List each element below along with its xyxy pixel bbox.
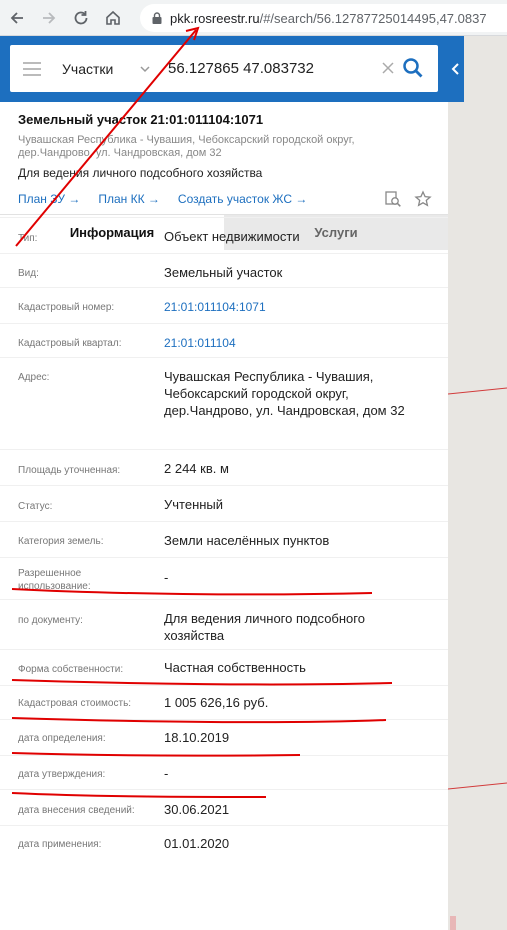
back-button[interactable] [2, 3, 32, 33]
back-arrow-icon [10, 11, 23, 24]
attribute-label: Кадастровый номер: [18, 302, 115, 313]
attribute-value: Земли населённых пунктов [164, 533, 330, 548]
attribute-row: Тип: Объект недвижимости [0, 217, 448, 253]
attribute-value: 01.01.2020 [164, 836, 230, 851]
attribute-value: 30.06.2021 [164, 802, 230, 817]
browser-toolbar: pkk.rosreestr.ru/#/search/56.12787725014… [0, 0, 507, 36]
attribute-label: Вид: [18, 268, 39, 279]
plan-kk-link[interactable]: План КК → [98, 192, 160, 206]
attribute-label: Площадь уточненная: [18, 465, 121, 476]
url-text: pkk.rosreestr.ru/#/search/56.12787725014… [170, 11, 487, 26]
search-icon[interactable] [402, 57, 424, 79]
attribute-row: дата определения: 18.10.2019 [0, 719, 448, 755]
find-on-map-icon[interactable] [384, 190, 402, 208]
home-button[interactable] [98, 3, 128, 33]
search-box: Участки [10, 45, 438, 92]
parcel-purpose: Для ведения личного подсобного хозяйства [18, 166, 263, 180]
parcel-title: Земельный участок 21:01:011104:1071 [18, 112, 264, 127]
attribute-label: дата применения: [18, 839, 102, 850]
layer-select[interactable]: Участки [54, 45, 164, 92]
attribute-row: Разрешенное использование: - [0, 557, 448, 599]
attribute-label: Тип: [18, 233, 38, 244]
attribute-row: Кадастровый квартал: 21:01:011104 [0, 323, 448, 357]
parcel-summary: Земельный участок 21:01:011104:1071 Чува… [0, 102, 448, 214]
star-icon[interactable] [414, 190, 432, 208]
parcel-address: Чувашская Республика - Чувашия, Чебоксар… [18, 134, 355, 159]
attribute-label: дата определения: [18, 733, 106, 744]
clear-search-icon[interactable] [380, 60, 396, 76]
attribute-row: Адрес: Чувашская Республика - Чувашия, Ч… [0, 357, 448, 449]
attribute-row: Площадь уточненная: 2 244 кв. м [0, 449, 448, 485]
url-path: /#/search/56.12787725014495,47.0837 [259, 10, 487, 26]
lock-icon [152, 12, 162, 24]
attribute-row: Кадастровая стоимость: 1 005 626,16 руб. [0, 685, 448, 719]
parcel-tools [384, 190, 432, 208]
attribute-row: по документу: Для ведения личного подсоб… [0, 599, 448, 649]
attribute-label: Кадастровая стоимость: [18, 698, 132, 709]
reload-button[interactable] [66, 3, 96, 33]
map-view[interactable] [448, 36, 507, 930]
attribute-row: дата утверждения: - [0, 755, 448, 789]
cadastral-quarter-link[interactable]: 21:01:011104 [164, 335, 424, 352]
attribute-value: Земельный участок [164, 265, 283, 280]
attribute-value: Учтенный [164, 497, 224, 512]
layer-select-label: Участки [62, 60, 114, 77]
attribute-value: Для ведения личного подсобного хозяйства [164, 611, 365, 643]
menu-button[interactable] [10, 45, 54, 92]
parcel-boundaries [448, 387, 507, 930]
search-input[interactable] [164, 53, 364, 84]
search-bar: Участки [0, 36, 448, 102]
attribute-label: Категория земель: [18, 536, 104, 547]
chevron-left-icon [451, 63, 459, 75]
address-bar[interactable]: pkk.rosreestr.ru/#/search/56.12787725014… [140, 4, 507, 32]
attribute-label: по документу: [18, 615, 83, 626]
attribute-value: - [164, 766, 169, 781]
attribute-value: 1 005 626,16 руб. [164, 695, 269, 710]
attribute-row: Статус: Учтенный [0, 485, 448, 521]
plan-zu-link[interactable]: План ЗУ → [18, 192, 80, 206]
url-domain: pkk.rosreestr.ru [170, 10, 260, 26]
attribute-value: 18.10.2019 [164, 730, 230, 745]
cadastral-number-link[interactable]: 21:01:011104:1071 [164, 299, 424, 316]
attribute-row: дата внесения сведений: 30.06.2021 [0, 789, 448, 825]
reload-icon [74, 10, 88, 24]
attribute-row: Форма собственности: Частная собственнос… [0, 649, 448, 685]
forward-arrow-icon [43, 11, 56, 24]
hamburger-icon [23, 61, 41, 76]
attribute-row: Категория земель: Земли населённых пункт… [0, 521, 448, 557]
attribute-value: 2 244 кв. м [164, 461, 229, 476]
attribute-label: Форма собственности: [18, 664, 124, 675]
attribute-value: Объект недвижимости [164, 229, 300, 244]
attribute-row: дата применения: 01.01.2020 [0, 825, 448, 861]
attribute-label: Адрес: [18, 372, 50, 383]
forward-button[interactable] [34, 3, 64, 33]
attribute-value: Чувашская Республика - Чувашия, Чебоксар… [164, 369, 405, 418]
attribute-value: - [164, 570, 169, 585]
chevron-down-icon [140, 65, 150, 72]
attribute-label: дата утверждения: [18, 769, 106, 780]
collapse-panel-button[interactable] [448, 36, 464, 102]
attribute-label: Кадастровый квартал: [18, 338, 122, 349]
attribute-row: Кадастровый номер: 21:01:011104:1071 [0, 287, 448, 323]
home-icon [106, 10, 120, 25]
create-parcel-link[interactable]: Создать участок ЖС → [178, 192, 307, 206]
attribute-value: Частная собственность [164, 660, 306, 675]
attribute-row: Вид: Земельный участок [0, 253, 448, 287]
attribute-label: Разрешенное использование: [18, 568, 91, 592]
attribute-label: дата внесения сведений: [18, 805, 135, 816]
attribute-label: Статус: [18, 501, 53, 512]
parcel-links: План ЗУ → План КК → Создать участок ЖС → [18, 192, 307, 206]
